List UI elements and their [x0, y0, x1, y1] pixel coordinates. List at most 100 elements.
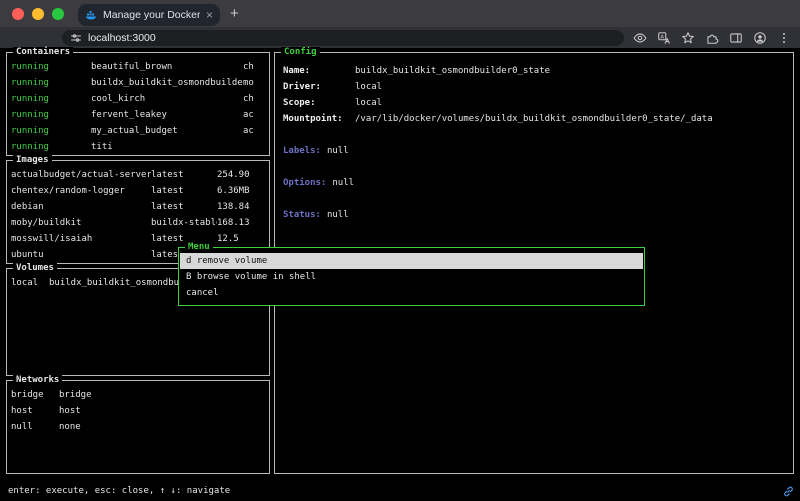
container-state: running [11, 139, 91, 153]
networks-panel: Networks bridge bridge host host null no… [6, 380, 270, 474]
config-field: Mountpoint: /var/lib/docker/volumes/buil… [283, 111, 790, 127]
config-field-label: Scope: [283, 95, 355, 111]
container-state: running [11, 75, 91, 91]
config-field-value: null [327, 143, 790, 159]
menu-title: Menu [185, 242, 213, 252]
image-row[interactable]: moby/buildkit buildx-stable-1 168.13 [11, 215, 266, 231]
bookmark-star-icon[interactable] [680, 30, 696, 46]
container-image: ch [243, 91, 266, 107]
image-size: 168.13 [217, 215, 266, 231]
menu-item-browse-volume[interactable]: B browse volume in shell [180, 269, 643, 285]
config-field-label: Options: [283, 175, 326, 191]
network-driver: host [59, 403, 266, 419]
network-row[interactable]: null none [11, 419, 266, 435]
image-row[interactable]: chentex/random-logger latest 6.36MB [11, 183, 266, 199]
image-name: mosswill/isaiah [11, 231, 151, 247]
menu-popup: Menu d remove volume B browse volume in … [178, 247, 645, 306]
container-state: running [11, 123, 91, 139]
close-window-button[interactable] [12, 8, 24, 20]
link-icon [782, 485, 795, 498]
browser-chrome: Manage your Docker fleet w × + localhost… [0, 0, 800, 48]
image-tag: buildx-stable-1 [151, 215, 217, 231]
container-name: fervent_leakey [91, 107, 243, 123]
container-row[interactable]: running fervent_leakey ac [11, 107, 266, 123]
container-row[interactable]: running beautiful_brown ch [11, 59, 266, 75]
config-field: Scope: local [283, 95, 790, 111]
config-field: Options: null [283, 175, 790, 191]
docker-tui-page: Containers running beautiful_brown ch ru… [0, 48, 800, 501]
image-row[interactable]: debian latest 138.84 [11, 199, 266, 215]
nav-spacer [8, 37, 62, 38]
network-name: bridge [11, 387, 59, 403]
config-field-label: Status: [283, 207, 321, 223]
image-name: debian [11, 199, 151, 215]
menu-item-remove-volume[interactable]: d remove volume [180, 253, 643, 269]
translate-icon[interactable]: A [656, 30, 672, 46]
image-row[interactable]: actualbudget/actual-server latest 254.90 [11, 167, 266, 183]
image-name: actualbudget/actual-server [11, 167, 151, 183]
tab-title: Manage your Docker fleet w [103, 9, 200, 21]
password-eye-icon[interactable] [632, 30, 648, 46]
container-name: titi [91, 139, 243, 153]
extensions-puzzle-icon[interactable] [704, 30, 720, 46]
config-field-value: buildx_buildkit_osmondbuilder0_state [355, 63, 790, 79]
container-row[interactable]: running cool_kirch ch [11, 91, 266, 107]
image-tag: latest [151, 183, 217, 199]
config-field-label: Driver: [283, 79, 355, 95]
image-name: chentex/random-logger [11, 183, 151, 199]
svg-text:A: A [661, 34, 665, 40]
config-field-value: /var/lib/docker/volumes/buildx_buildkit_… [355, 111, 790, 127]
container-state: running [11, 59, 91, 75]
config-field-value: null [327, 207, 790, 223]
container-row[interactable]: running my_actual_budget ac [11, 123, 266, 139]
config-field-value: local [355, 79, 790, 95]
container-row[interactable]: running buildx_buildkit_osmondbuilder0 m… [11, 75, 266, 91]
config-field: Status: null [283, 207, 790, 223]
network-name: null [11, 419, 59, 435]
network-row[interactable]: bridge bridge [11, 387, 266, 403]
image-size: 6.36MB [217, 183, 266, 199]
address-bar[interactable]: localhost:3000 [62, 30, 624, 46]
browser-toolbar: localhost:3000 A [0, 27, 800, 48]
profile-avatar[interactable] [752, 30, 768, 46]
side-panel-icon[interactable] [728, 30, 744, 46]
menu-item-cancel[interactable]: cancel [180, 285, 643, 301]
image-size: 254.90 [217, 167, 266, 183]
browser-tab[interactable]: Manage your Docker fleet w × [78, 4, 220, 26]
container-row[interactable]: running titi [11, 139, 266, 153]
config-field: Labels: null [283, 143, 790, 159]
menu-kebab-icon[interactable] [776, 30, 792, 46]
minimize-window-button[interactable] [32, 8, 44, 20]
new-tab-button[interactable]: + [230, 5, 239, 22]
image-row[interactable]: mosswill/isaiah latest 12.5 [11, 231, 266, 247]
image-name: ubuntu [11, 247, 151, 261]
network-name: host [11, 403, 59, 419]
config-panel-title: Config [281, 47, 320, 57]
config-field-label: Labels: [283, 143, 321, 159]
tab-strip: Manage your Docker fleet w × + [0, 0, 800, 27]
tune-icon[interactable] [70, 32, 82, 44]
image-tag: latest [151, 199, 217, 215]
config-field: Name: buildx_buildkit_osmondbuilder0_sta… [283, 63, 790, 79]
toolbar-icons: A [632, 30, 792, 46]
containers-panel: Containers running beautiful_brown ch ru… [6, 52, 270, 156]
docker-favicon-icon [85, 9, 97, 21]
config-field-value: null [332, 175, 790, 191]
container-name: buildx_buildkit_osmondbuilder0 [91, 75, 243, 91]
image-size: 12.5 [217, 231, 266, 247]
volumes-panel-title: Volumes [13, 263, 57, 273]
config-field: Driver: local [283, 79, 790, 95]
image-name: moby/buildkit [11, 215, 151, 231]
network-row[interactable]: host host [11, 403, 266, 419]
status-bar: enter: execute, esc: close, ↑ ↓: navigat… [8, 485, 230, 497]
networks-panel-title: Networks [13, 375, 62, 385]
container-state: running [11, 107, 91, 123]
close-tab-icon[interactable]: × [206, 9, 213, 21]
container-image: ac [243, 107, 266, 123]
image-tag: latest [151, 167, 217, 183]
network-driver: bridge [59, 387, 266, 403]
container-name: beautiful_brown [91, 59, 243, 75]
container-name: my_actual_budget [91, 123, 243, 139]
zoom-window-button[interactable] [52, 8, 64, 20]
container-image: ac [243, 123, 266, 139]
